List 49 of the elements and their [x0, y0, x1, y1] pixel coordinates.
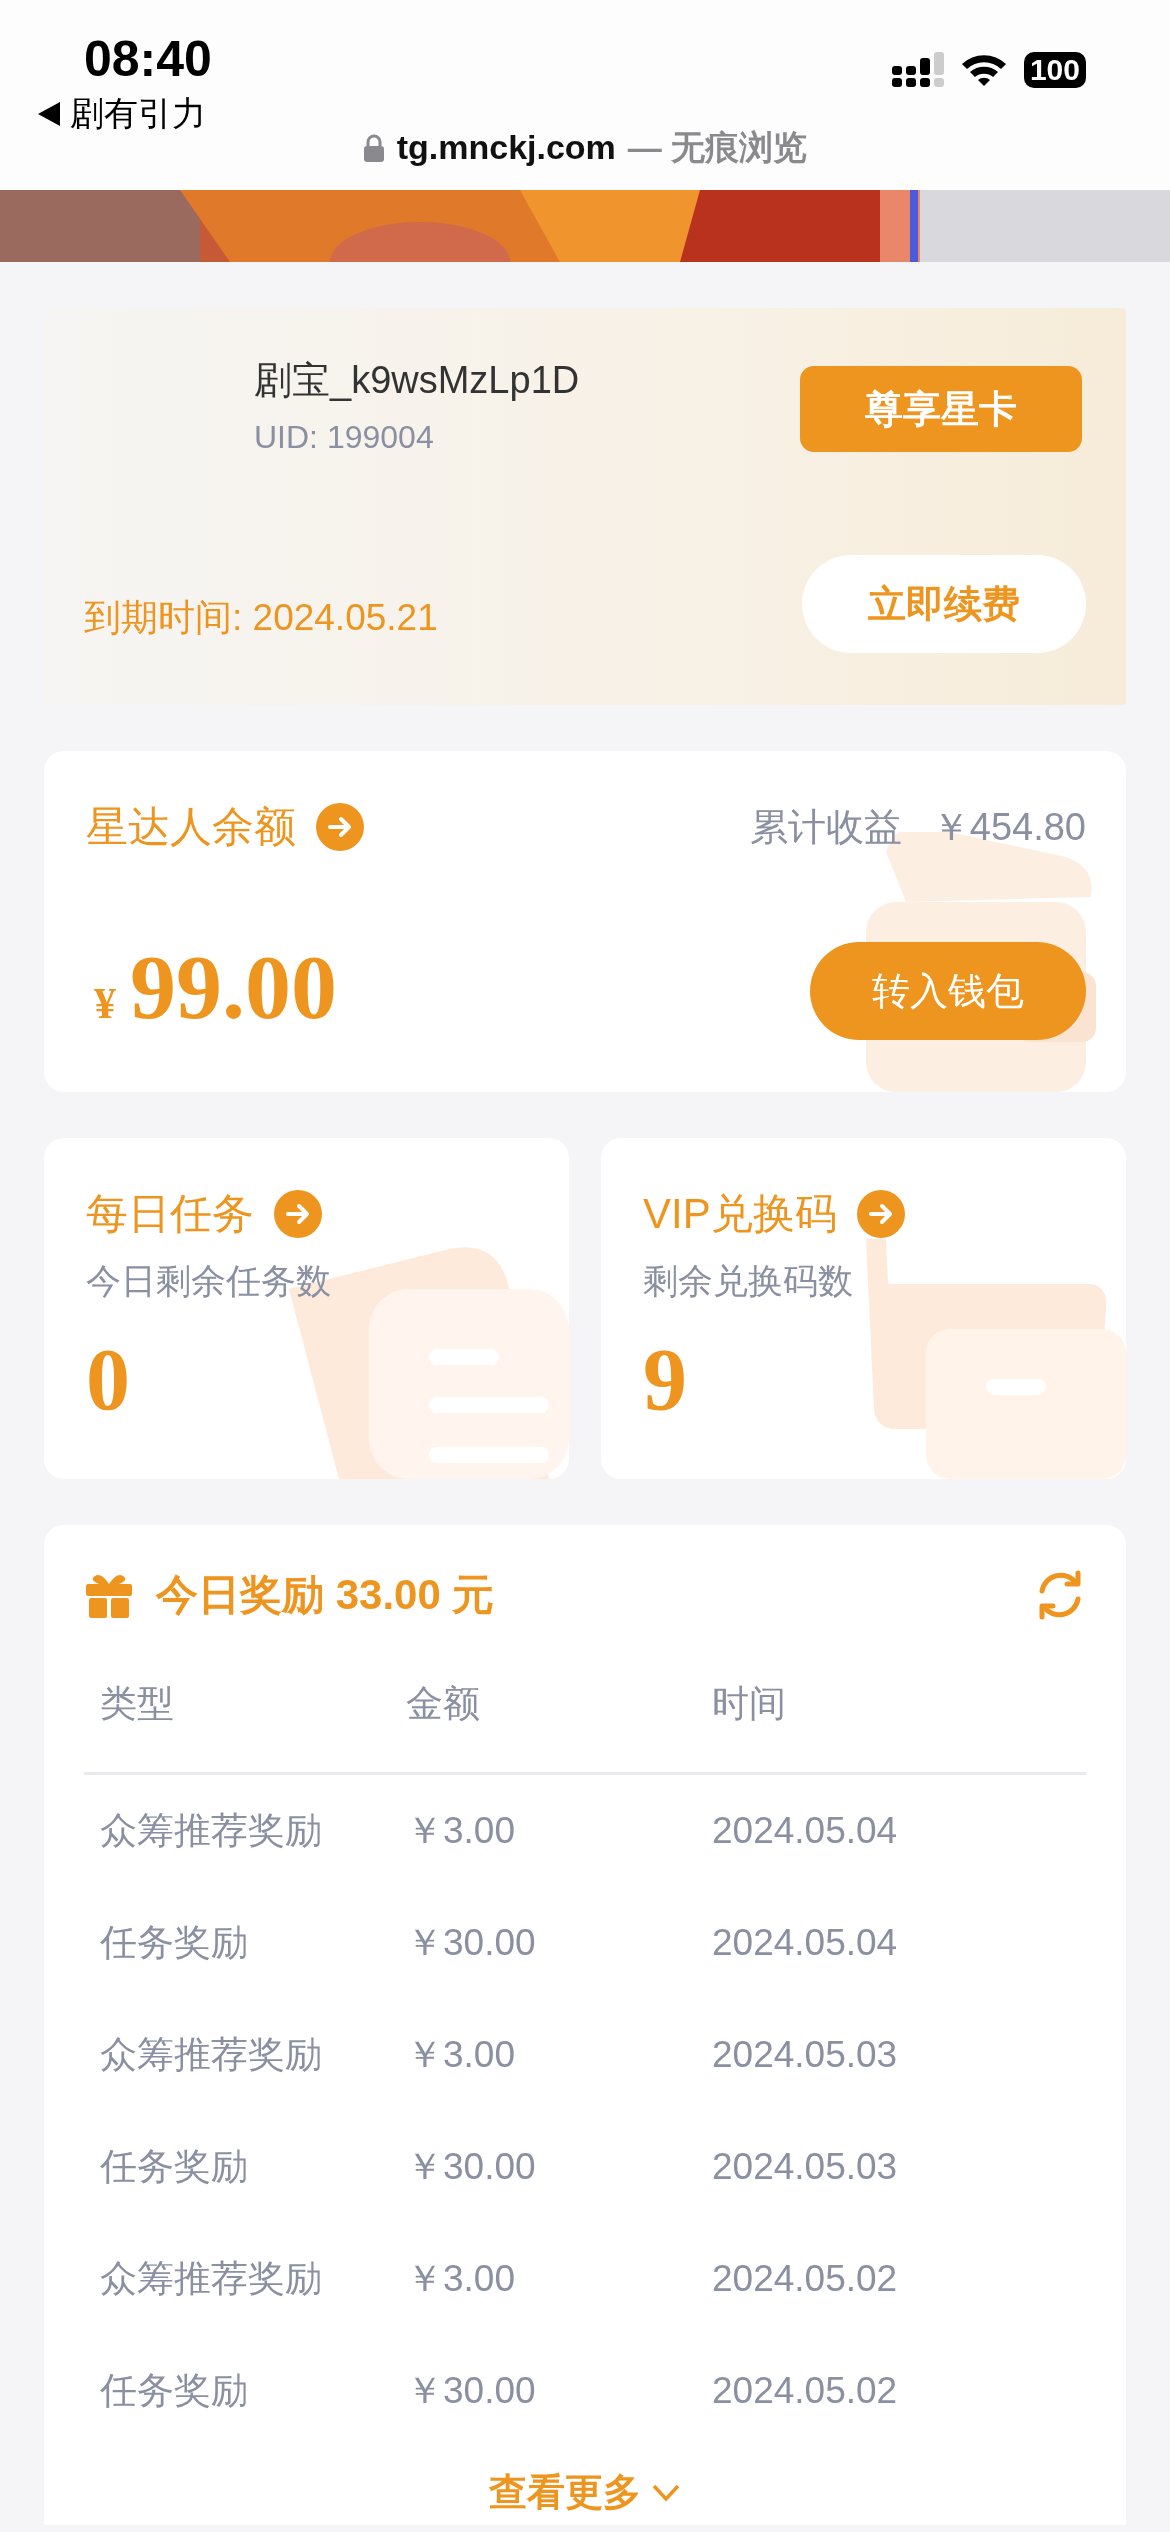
table-cell-text: 任务奖励	[99, 2368, 249, 2413]
column-header: 类型	[84, 1656, 390, 1775]
chevron-down-icon	[651, 2482, 681, 2503]
renew-button[interactable]: 立即续费	[802, 555, 1086, 653]
table-cell-text: 2024.05.02	[711, 2368, 899, 2413]
balance-amount: 99.00	[130, 941, 337, 1033]
column-header: 时间	[696, 1656, 1086, 1775]
battery-icon: 100	[1023, 52, 1086, 88]
table-cell-text: ￥3.00	[405, 2032, 516, 2077]
url-text[interactable]: tg.mnckj.com	[396, 122, 616, 173]
table-cell-text: ￥3.00	[405, 1808, 516, 1853]
table-cell-text: 众筹推荐奖励	[99, 2256, 323, 2301]
table-cell-text: ￥30.00	[405, 1920, 537, 1965]
browsing-mode-label: — 无痕浏览	[627, 127, 808, 168]
balance-title: 星达人余额	[86, 802, 296, 852]
table-cell-text: 任务奖励	[99, 1920, 249, 1965]
back-link[interactable]: 剧有引力	[36, 88, 206, 139]
total-earnings-label: 累计收益	[749, 805, 902, 850]
table-cell-text: 2024.05.04	[711, 1920, 899, 1965]
table-cell-text: 众筹推荐奖励	[99, 2032, 323, 2077]
transfer-button[interactable]: 转入钱包	[810, 942, 1086, 1040]
stat-label: 剩余兑换码数	[643, 1260, 854, 1302]
username: 剧宝_k9wsMzLp1D	[254, 358, 580, 403]
redeem-code-title: VIP兑换码	[643, 1189, 837, 1239]
table-cell-text: 2024.05.04	[711, 1808, 899, 1853]
total-earnings-value: ￥454.80	[931, 805, 1086, 850]
stat-value: 0	[86, 1335, 131, 1424]
signal-icon	[891, 52, 944, 88]
back-arrow-icon	[36, 99, 62, 128]
stat-label: 今日剩余任务数	[86, 1260, 332, 1302]
lock-icon	[362, 132, 385, 163]
table-cell-text: ￥3.00	[405, 2256, 516, 2301]
table-cell-text: ￥30.00	[405, 2144, 537, 2189]
table-cell-text: 任务奖励	[99, 2144, 249, 2189]
table-cell-text: 2024.05.03	[711, 2144, 899, 2189]
table-cell-text: ￥30.00	[405, 2368, 537, 2413]
view-more-link[interactable]: 查看更多	[489, 2464, 681, 2521]
table-cell-text: 2024.05.02	[711, 2256, 899, 2301]
star-card-button[interactable]: 尊享星卡	[800, 366, 1082, 452]
user-id: UID: 199004	[254, 418, 434, 457]
stat-value: 9	[643, 1335, 688, 1424]
currency-sign: ¥	[94, 978, 116, 1030]
daily-task-title: 每日任务	[86, 1189, 254, 1239]
column-header: 金额	[390, 1656, 696, 1775]
expiry-date: 到期时间: 2024.05.21	[84, 596, 438, 640]
table-cell-text: 2024.05.03	[711, 2032, 899, 2077]
clock-time: 08:40	[84, 30, 212, 89]
rewards-title: 今日奖励 33.00 元	[156, 1570, 495, 1620]
table-cell-text: 众筹推荐奖励	[99, 1808, 323, 1853]
